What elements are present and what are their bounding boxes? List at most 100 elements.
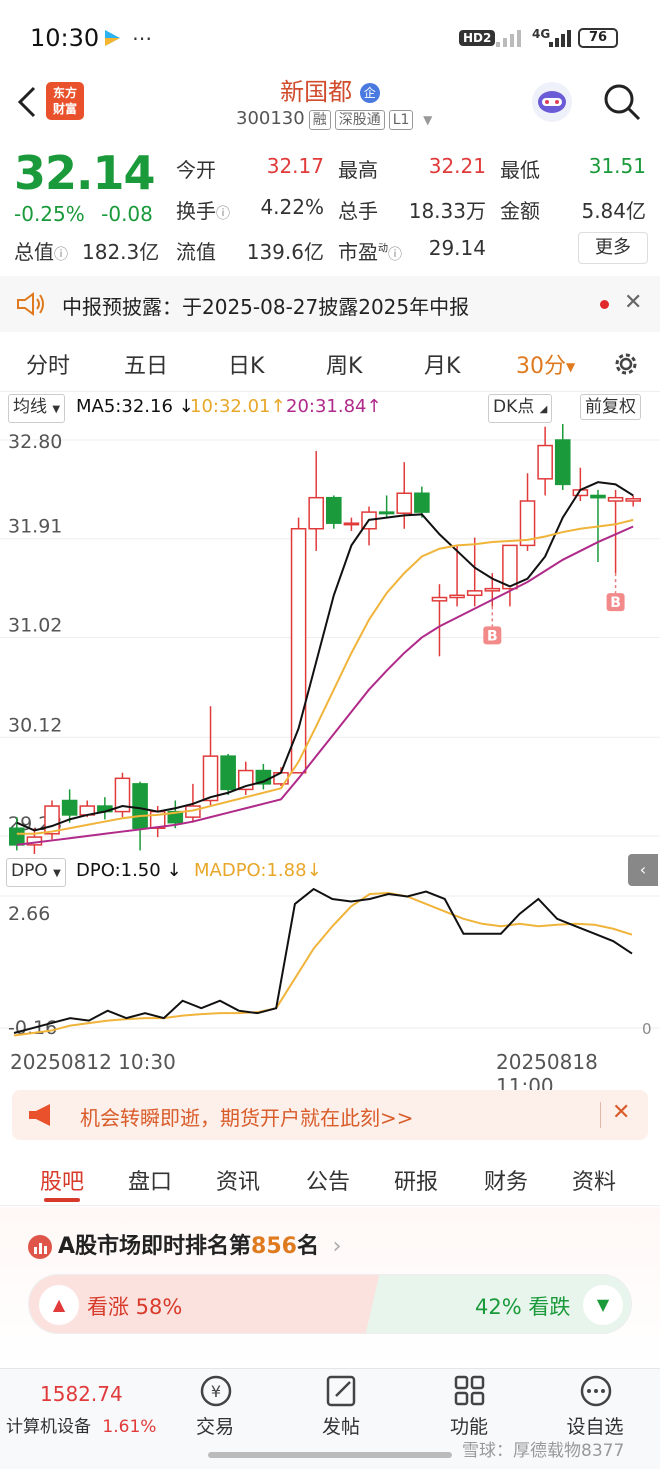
market-rank[interactable]: A股市场即时排名第856名 › (28, 1228, 341, 1260)
ma-selector[interactable]: 均线 ▼ (8, 394, 66, 423)
dpo-selector[interactable]: DPO ▼ (6, 858, 66, 887)
candle-body (378, 511, 395, 515)
candle-body (290, 527, 307, 774)
more-button[interactable]: 更多 (578, 232, 648, 264)
stock-code: 300130 (236, 108, 305, 129)
kline-chart[interactable]: 32.80 31.91 31.02 30.12 29.23 B B (0, 423, 660, 856)
status-time: 10:30 (30, 24, 100, 52)
nav-watchlist[interactable]: 设自选 (550, 1412, 640, 1439)
tab-30min[interactable]: 30分▼ (516, 348, 575, 380)
stock-code-row: 300130 融深股通 L1 ▼ (236, 108, 432, 130)
post-icon[interactable] (322, 1374, 362, 1408)
tab-intraday[interactable]: 分时 (26, 348, 70, 380)
close-icon[interactable]: ✕ (624, 290, 642, 315)
info-icon[interactable]: ⓘ (388, 247, 402, 263)
volume-label: 总手 (338, 199, 378, 223)
robot-avatar-icon[interactable] (530, 80, 574, 124)
tab-finance[interactable]: 财务 (484, 1164, 528, 1196)
tab-research[interactable]: 研报 (394, 1164, 438, 1196)
mktcap-value: 182.3亿 (82, 240, 160, 264)
sector-pct: 1.61% (102, 1417, 157, 1437)
more-dots-icon: ⋯ (132, 26, 152, 50)
bear-button[interactable]: ▼ (583, 1285, 623, 1325)
dropdown-icon: ▼ (566, 360, 576, 374)
dpo-line (13, 887, 633, 1034)
right-tick-label: 0 (642, 1020, 652, 1038)
nav-post[interactable]: 发帖 (296, 1412, 386, 1439)
turnover-label: 换手ⓘ (176, 199, 230, 223)
candle-body (9, 827, 25, 846)
change-pct: -0.25% (14, 202, 85, 226)
candle-body (414, 492, 430, 513)
search-icon[interactable] (602, 82, 642, 122)
current-price: 32.14 (14, 146, 156, 200)
close-icon[interactable]: ✕ (612, 1100, 630, 1125)
tab-orderbook[interactable]: 盘口 (128, 1164, 172, 1196)
bear-label: 42% 看跌 (475, 1295, 571, 1319)
tag-margin: 融 (308, 110, 331, 130)
watchlist-icon[interactable] (576, 1374, 616, 1408)
promo-banner[interactable]: 机会转瞬即逝，期货开户就在此刻>> ✕ (12, 1090, 648, 1140)
amount-label: 金额 (500, 199, 540, 223)
status-bar: 10:30 ⋯ HD2 4G 76 (0, 0, 660, 78)
svg-text:¥: ¥ (211, 1382, 221, 1401)
buy-marker-label: B (610, 595, 621, 611)
dropdown-icon[interactable]: ▼ (423, 113, 432, 127)
candle-body (466, 590, 483, 597)
mktcap-label: 总值ⓘ (14, 240, 68, 264)
rank-prefix: A股市场即时排名第 (58, 1234, 252, 1259)
play-icon (102, 28, 122, 48)
high-label: 最高 (338, 158, 378, 182)
signal-tag: HD2 (459, 30, 496, 46)
change-abs: -0.08 (101, 202, 153, 226)
notice-bar[interactable]: 中报预披露：于2025-08-27披露2025年中报 ✕ (0, 276, 660, 332)
candle-body (343, 522, 360, 526)
tab-forum[interactable]: 股吧 (40, 1164, 84, 1196)
tab-month-k[interactable]: 月K (424, 348, 460, 380)
adjust-button[interactable]: 前复权 (580, 394, 641, 420)
ma5-label: MA5:32.16 ↓ (76, 396, 194, 417)
chevron-right-icon: › (332, 1234, 342, 1259)
candle-body (502, 544, 518, 590)
bull-button[interactable]: ▲ (39, 1285, 79, 1325)
tab-five-day[interactable]: 五日 (124, 348, 168, 380)
dk-point-button[interactable]: DK点 ◢ (488, 394, 553, 423)
sector-name: 计算机设备 (6, 1417, 91, 1437)
dpo-chart[interactable]: 2.66 -0.16 0 (0, 886, 660, 1046)
info-icon[interactable]: ⓘ (216, 206, 230, 222)
dpo-legend: DPO ▼ DPO:1.50 ↓ MADPO:1.88↓ (0, 858, 660, 887)
candle-body (326, 496, 342, 524)
tab-profile[interactable]: 资料 (572, 1164, 616, 1196)
trade-icon[interactable]: ¥ (196, 1374, 236, 1408)
settings-gear-icon[interactable] (610, 348, 642, 384)
ma20-line (16, 525, 634, 846)
volume-value: 18.33万 (408, 199, 486, 223)
tag-level: L1 (388, 110, 414, 130)
tab-news[interactable]: 资讯 (216, 1164, 260, 1196)
pe-value: 29.14 (428, 236, 486, 260)
collapse-arrow-icon[interactable]: ‹ (628, 854, 658, 886)
candle-body (220, 755, 236, 791)
tab-week-k[interactable]: 周K (326, 348, 362, 380)
enterprise-badge: 企 (359, 83, 380, 103)
battery-icon: 76 (578, 28, 618, 48)
open-label: 今开 (176, 158, 216, 182)
ma20-label: 20:31.84↑ (286, 396, 382, 417)
tab-day-k[interactable]: 日K (228, 348, 264, 380)
float-label: 流值 (176, 240, 216, 264)
nav-function[interactable]: 功能 (424, 1412, 514, 1439)
turnover-value: 4.22% (260, 195, 324, 219)
content-tabs: 股吧 盘口 资讯 公告 研报 财务 资料 (0, 1148, 660, 1206)
pe-sup: 动 (378, 243, 388, 255)
tab-announcement[interactable]: 公告 (306, 1164, 350, 1196)
rank-suffix: 名 (296, 1234, 319, 1259)
index-block[interactable]: 1582.74 计算机设备 1.61% (0, 1372, 170, 1442)
speaker-icon (16, 291, 46, 321)
nav-trade[interactable]: 交易 (170, 1412, 260, 1439)
dpo-svg: 2.66-0.16 0 (0, 887, 660, 1039)
function-grid-icon[interactable] (450, 1374, 490, 1408)
info-icon[interactable]: ⓘ (54, 247, 68, 263)
float-value: 139.6亿 (246, 240, 324, 264)
candle-body (61, 799, 78, 816)
ma10-line (16, 518, 634, 835)
